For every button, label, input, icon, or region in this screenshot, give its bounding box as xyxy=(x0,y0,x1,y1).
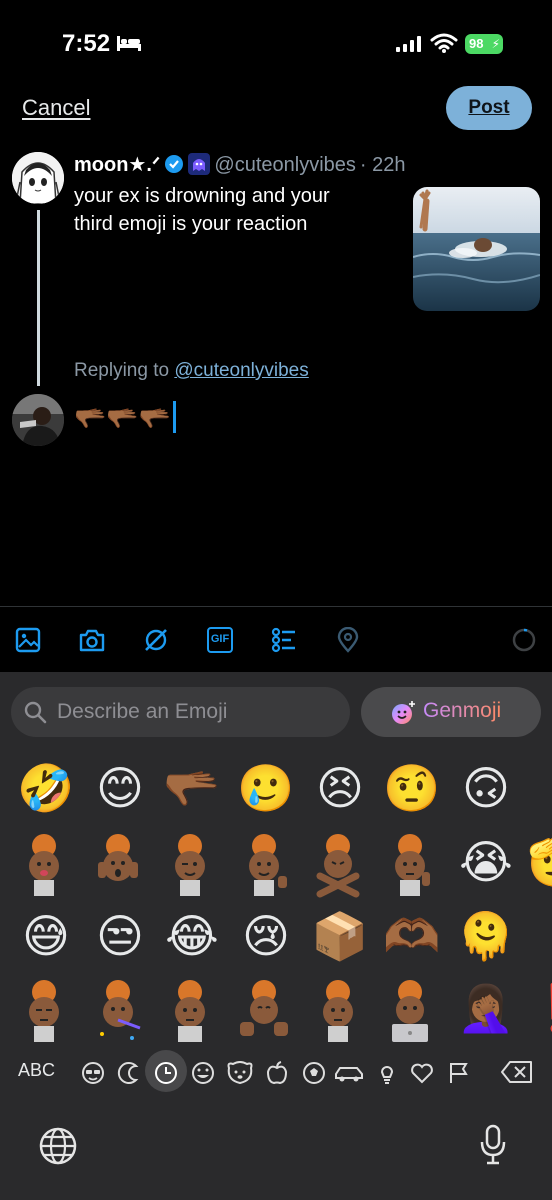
author-display-name[interactable]: moon★.ᐟ xyxy=(74,154,160,176)
thread-line xyxy=(37,210,40,386)
emoji-key[interactable]: 😒 xyxy=(90,906,150,966)
emoji-key[interactable]: 😣 xyxy=(310,758,370,818)
anime-avatar-image xyxy=(12,152,64,204)
food-icon[interactable] xyxy=(264,1060,290,1086)
memoji-sticker[interactable] xyxy=(162,832,218,898)
ghost-badge-icon xyxy=(188,153,211,175)
emoji-keyboard: Genmoji 🤣 😊 🫳🏾 🥲 😣 🤨 🙃 😭 🫡 😅 😒 😂 😢 📦 🫶🏾 … xyxy=(0,672,552,1200)
cancel-button[interactable]: Cancel xyxy=(22,95,90,121)
emoji-key[interactable]: 🤣 xyxy=(16,758,76,818)
emoji-grid: 🤣 😊 🫳🏾 🥲 😣 🤨 🙃 😭 🫡 😅 😒 😂 😢 📦 🫶🏾 🫠 🤦🏾‍♀ xyxy=(0,752,552,1042)
replying-prefix: Replying to xyxy=(74,360,170,381)
search-icon xyxy=(24,701,47,724)
battery-level: 98 xyxy=(469,36,484,51)
emoji-key[interactable]: 🤨 xyxy=(382,758,442,818)
memoji-sticker[interactable] xyxy=(310,832,366,898)
emoji-key[interactable]: 😢 xyxy=(236,906,296,966)
location-icon xyxy=(337,627,359,653)
animals-icon[interactable] xyxy=(225,1060,255,1086)
poll-icon[interactable] xyxy=(271,627,297,653)
drowning-photo xyxy=(413,187,540,311)
replying-to: Replying to @cuteonlyvibes xyxy=(74,360,309,382)
backspace-icon[interactable] xyxy=(500,1060,534,1084)
memoji-sticker[interactable] xyxy=(90,978,146,1042)
tweet-text: your ex is drowning and your third emoji… xyxy=(74,182,394,238)
memoji-sticker[interactable] xyxy=(236,832,292,898)
genmoji-icon xyxy=(392,701,415,724)
genmoji-button[interactable]: Genmoji xyxy=(361,687,541,737)
reply-textarea[interactable]: 🫳🏾🫳🏾🫳🏾 xyxy=(74,400,177,436)
emoji-key[interactable]: ❗ xyxy=(526,978,552,1038)
compose-header: Cancel Post xyxy=(0,80,552,136)
stickers-icon[interactable] xyxy=(116,1060,142,1086)
abc-key[interactable]: ABC xyxy=(18,1060,55,1081)
emoji-search-box[interactable] xyxy=(11,687,350,737)
image-icon[interactable] xyxy=(15,627,41,653)
tweet-media-image[interactable] xyxy=(413,187,540,311)
status-bar: 7:52 98 ⚡ xyxy=(0,0,552,80)
emoji-key[interactable]: 🫡 xyxy=(526,832,552,892)
user-photo xyxy=(12,394,64,446)
camera-icon[interactable] xyxy=(79,627,105,653)
emoji-key[interactable]: 😭 xyxy=(456,832,516,892)
emoji-key[interactable]: 🫠 xyxy=(456,906,516,966)
flags-icon[interactable] xyxy=(446,1060,472,1086)
status-time: 7:52 xyxy=(62,30,111,57)
signal-icon xyxy=(396,36,421,52)
charging-bolt-icon: ⚡ xyxy=(491,37,500,51)
emoji-key[interactable]: 🫳🏾 xyxy=(162,758,222,818)
memoji-sticker[interactable] xyxy=(382,832,438,898)
travel-icon[interactable] xyxy=(333,1060,365,1086)
activity-icon[interactable] xyxy=(301,1060,327,1086)
gif-icon[interactable]: GIF xyxy=(207,627,233,653)
wifi-icon xyxy=(430,33,458,53)
genmoji-label: Genmoji xyxy=(423,699,502,722)
memoji-sticker[interactable] xyxy=(382,978,438,1042)
bed-icon xyxy=(117,36,141,51)
tweet-author: moon★.ᐟ @cuteonlyvibes · 22h xyxy=(74,152,406,177)
grok-icon[interactable] xyxy=(143,627,169,653)
author-avatar[interactable] xyxy=(12,152,64,204)
text-caret xyxy=(173,401,177,433)
memoji-icon[interactable] xyxy=(80,1060,106,1086)
objects-icon[interactable] xyxy=(374,1060,400,1086)
emoji-search-input[interactable] xyxy=(57,687,337,737)
emoji-key[interactable]: 🫶🏾 xyxy=(382,906,442,966)
smileys-icon[interactable] xyxy=(190,1060,216,1086)
memoji-sticker[interactable] xyxy=(162,978,218,1042)
emoji-key[interactable]: 😊 xyxy=(90,758,150,818)
memoji-sticker[interactable] xyxy=(16,832,72,898)
emoji-key[interactable]: 😅 xyxy=(16,906,76,966)
globe-icon[interactable] xyxy=(38,1126,78,1166)
tweet-text-line-2: third emoji is your reaction xyxy=(74,213,308,235)
memoji-sticker[interactable] xyxy=(16,978,72,1042)
author-handle[interactable]: @cuteonlyvibes xyxy=(214,154,355,176)
emoji-key[interactable]: 🤦🏾‍♀️ xyxy=(456,978,516,1038)
symbols-icon[interactable] xyxy=(409,1060,435,1086)
emoji-key[interactable]: 📦 xyxy=(310,906,370,966)
microphone-icon[interactable] xyxy=(480,1124,506,1166)
memoji-sticker[interactable] xyxy=(236,978,292,1042)
character-count-ring xyxy=(512,628,536,652)
emoji-key[interactable]: 🙃 xyxy=(456,758,516,818)
emoji-category-bar: ABC xyxy=(0,1050,552,1094)
reply-text-content: 🫳🏾🫳🏾🫳🏾 xyxy=(74,403,172,433)
memoji-sticker[interactable] xyxy=(310,978,366,1042)
tweet-time: · 22h xyxy=(359,154,406,176)
verified-badge-icon xyxy=(165,155,184,173)
replying-handle-link[interactable]: @cuteonlyvibes xyxy=(174,360,308,381)
emoji-key[interactable]: 🥲 xyxy=(236,758,296,818)
user-avatar[interactable] xyxy=(12,394,64,446)
emoji-key[interactable]: 😂 xyxy=(162,906,222,966)
tweet-text-line-1: your ex is drowning and your xyxy=(74,185,330,207)
battery-icon: 98 ⚡ xyxy=(465,34,503,54)
compose-toolbar: GIF xyxy=(0,606,552,672)
memoji-sticker[interactable] xyxy=(90,832,146,898)
recent-icon[interactable] xyxy=(153,1060,179,1086)
post-button[interactable]: Post xyxy=(446,86,532,130)
